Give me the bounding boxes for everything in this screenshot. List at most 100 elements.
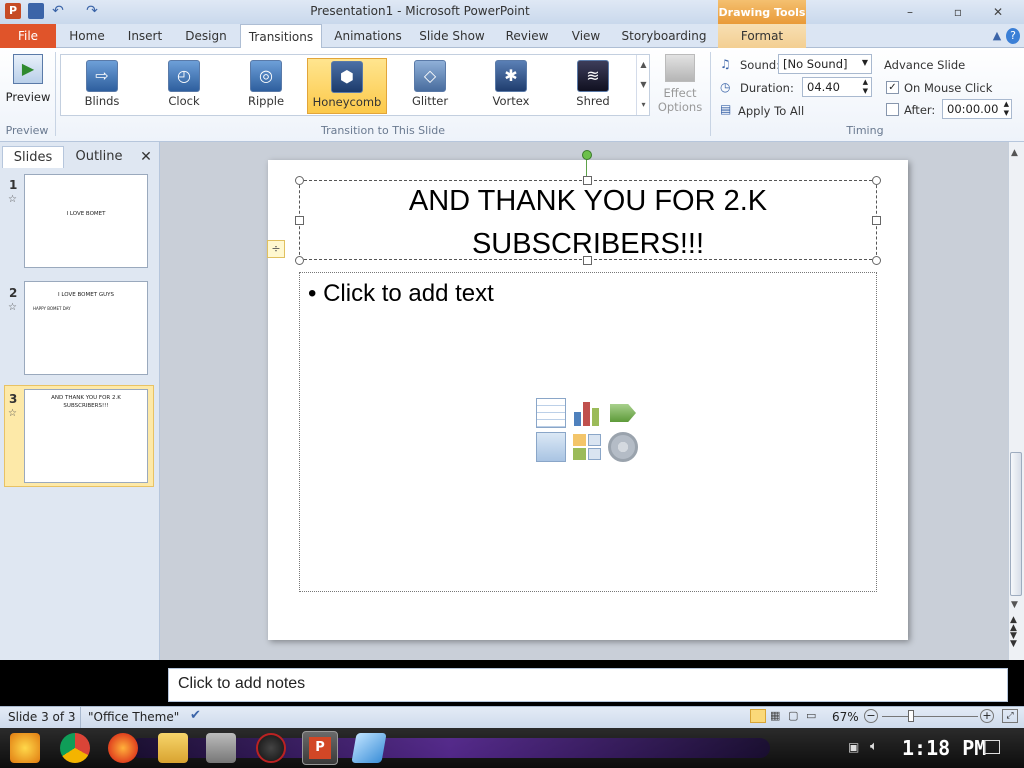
window-title: Presentation1 - Microsoft PowerPoint: [310, 4, 530, 18]
zoom-out-icon[interactable]: −: [864, 709, 878, 723]
preview-button[interactable]: ▶ Preview: [4, 54, 52, 112]
file-explorer-icon[interactable]: [158, 733, 188, 763]
scroll-up-icon[interactable]: ▲: [1011, 148, 1018, 158]
preview-group-label: Preview: [5, 124, 49, 137]
fit-to-window-icon[interactable]: ⤢: [1002, 709, 1018, 723]
tab-file[interactable]: File: [0, 24, 56, 48]
firefox-icon[interactable]: [108, 733, 138, 763]
tab-slide-show[interactable]: Slide Show: [416, 24, 488, 48]
gallery-more-icon[interactable]: ▾: [636, 95, 650, 115]
insert-picture-icon[interactable]: [536, 432, 566, 462]
volume-icon[interactable]: 🔈︎: [870, 739, 878, 754]
rotate-handle[interactable]: [582, 150, 592, 160]
tab-view[interactable]: View: [564, 24, 608, 48]
after-stepper[interactable]: 00:00.00 ▲ ▼: [942, 99, 1012, 119]
autofit-options-icon[interactable]: ÷: [267, 240, 285, 258]
insert-smartart-icon[interactable]: [608, 398, 638, 428]
sound-dropdown[interactable]: [No Sound] ▼: [778, 54, 872, 74]
close-panel-icon[interactable]: ✕: [136, 146, 156, 168]
tab-animations[interactable]: Animations: [330, 24, 406, 48]
resize-handle[interactable]: [872, 256, 881, 265]
app-icon[interactable]: [206, 733, 236, 763]
resize-handle[interactable]: [872, 176, 881, 185]
normal-view-icon[interactable]: [750, 709, 766, 723]
transition-star-icon: ☆: [8, 408, 17, 419]
start-button-icon[interactable]: [10, 733, 40, 763]
after-checkbox[interactable]: [886, 103, 899, 116]
slide-title[interactable]: AND THANK YOU FOR 2.K SUBSCRIBERS!!!: [299, 180, 877, 260]
network-icon[interactable]: ▣: [848, 740, 859, 754]
ribbon-minimize-icon[interactable]: ▲: [990, 29, 1004, 43]
taskbar-clock[interactable]: 1:18 PM: [902, 736, 986, 760]
tab-transitions[interactable]: Transitions: [240, 24, 322, 49]
zoom-in-icon[interactable]: +: [980, 709, 994, 723]
slide-thumbnail-3[interactable]: AND THANK YOU FOR 2.K SUBSCRIBERS!!!: [24, 389, 148, 483]
help-icon[interactable]: ?: [1006, 28, 1020, 44]
content-text[interactable]: • Click to add text: [308, 280, 494, 308]
minimize-button[interactable]: –: [894, 2, 926, 22]
powerpoint-taskbar-button[interactable]: P: [302, 731, 338, 765]
insert-table-icon[interactable]: [536, 398, 566, 428]
notification-icon[interactable]: [984, 740, 1000, 754]
resize-handle[interactable]: [295, 216, 304, 225]
content-placeholder-text: Click to add text: [323, 280, 494, 307]
app-icon[interactable]: [351, 733, 387, 763]
tab-home[interactable]: Home: [62, 24, 112, 48]
gallery-up-icon[interactable]: ▲: [636, 55, 650, 75]
scroll-down-icon[interactable]: ▼: [1011, 600, 1018, 610]
transition-vortex[interactable]: ✱ Vortex: [471, 58, 551, 114]
tab-storyboarding[interactable]: Storyboarding: [618, 24, 710, 48]
tab-format[interactable]: Format: [718, 24, 806, 48]
slide-thumbnail-1[interactable]: I LOVE BOMET: [24, 174, 148, 268]
resize-handle[interactable]: [295, 256, 304, 265]
slide-thumbnail-2[interactable]: I LOVE BOMET GUYS HAPPY BOMET DAY: [24, 281, 148, 375]
slideshow-view-icon[interactable]: ▭: [806, 709, 820, 723]
spelling-check-icon[interactable]: ✔: [190, 708, 201, 723]
group-divider: [710, 52, 711, 136]
media-player-icon[interactable]: [256, 733, 286, 763]
transition-glitter[interactable]: ◇ Glitter: [390, 58, 470, 114]
duration-stepper[interactable]: 04.40 ▲ ▼: [802, 77, 872, 97]
after-label: After:: [904, 103, 936, 117]
drawing-tools-label: Drawing Tools: [718, 0, 806, 24]
on-mouse-click-checkbox[interactable]: ✓: [886, 81, 899, 94]
insert-chart-icon[interactable]: [572, 398, 602, 428]
chrome-icon[interactable]: [60, 733, 90, 763]
insert-clipart-icon[interactable]: [572, 432, 602, 462]
resize-handle[interactable]: [583, 176, 592, 185]
resize-handle[interactable]: [872, 216, 881, 225]
tab-design[interactable]: Design: [180, 24, 232, 48]
next-slide-icon[interactable]: ▼ ▼: [1010, 632, 1017, 649]
powerpoint-icon: P: [309, 737, 331, 759]
zoom-level[interactable]: 67%: [832, 710, 859, 724]
resize-handle[interactable]: [295, 176, 304, 185]
transition-label: Clock: [168, 94, 200, 108]
apply-to-all-button[interactable]: Apply To All: [738, 104, 804, 118]
theme-name[interactable]: "Office Theme": [88, 710, 179, 724]
group-divider: [55, 52, 56, 136]
transition-clock[interactable]: ◴ Clock: [144, 58, 224, 114]
slide-sorter-icon[interactable]: ▦: [770, 709, 784, 723]
restore-button[interactable]: ▫: [942, 2, 974, 22]
tab-insert[interactable]: Insert: [120, 24, 170, 48]
effect-options-button[interactable]: Effect Options: [656, 54, 704, 120]
timing-group-label: Timing: [846, 124, 884, 137]
insert-media-icon[interactable]: [608, 432, 638, 462]
previous-slide-icon[interactable]: ▲ ▲: [1010, 616, 1017, 633]
tab-outline[interactable]: Outline: [66, 146, 132, 168]
transition-group-label: Transition to This Slide: [320, 124, 446, 137]
tab-review[interactable]: Review: [500, 24, 554, 48]
reading-view-icon[interactable]: ▢: [788, 709, 802, 723]
transition-ripple[interactable]: ◎ Ripple: [226, 58, 306, 114]
transition-shred[interactable]: ≋ Shred: [553, 58, 633, 114]
transition-blinds[interactable]: ⇨ Blinds: [62, 58, 142, 114]
resize-handle[interactable]: [583, 256, 592, 265]
transition-honeycomb[interactable]: ⬢ Honeycomb: [307, 58, 387, 114]
tab-slides[interactable]: Slides: [2, 146, 64, 168]
zoom-slider-thumb[interactable]: [908, 710, 914, 722]
close-button[interactable]: ✕: [982, 2, 1014, 22]
zoom-slider-track[interactable]: [882, 716, 978, 717]
notes-placeholder[interactable]: Click to add notes: [178, 675, 305, 693]
scroll-thumb[interactable]: [1010, 452, 1022, 596]
gallery-down-icon[interactable]: ▼: [636, 75, 650, 95]
